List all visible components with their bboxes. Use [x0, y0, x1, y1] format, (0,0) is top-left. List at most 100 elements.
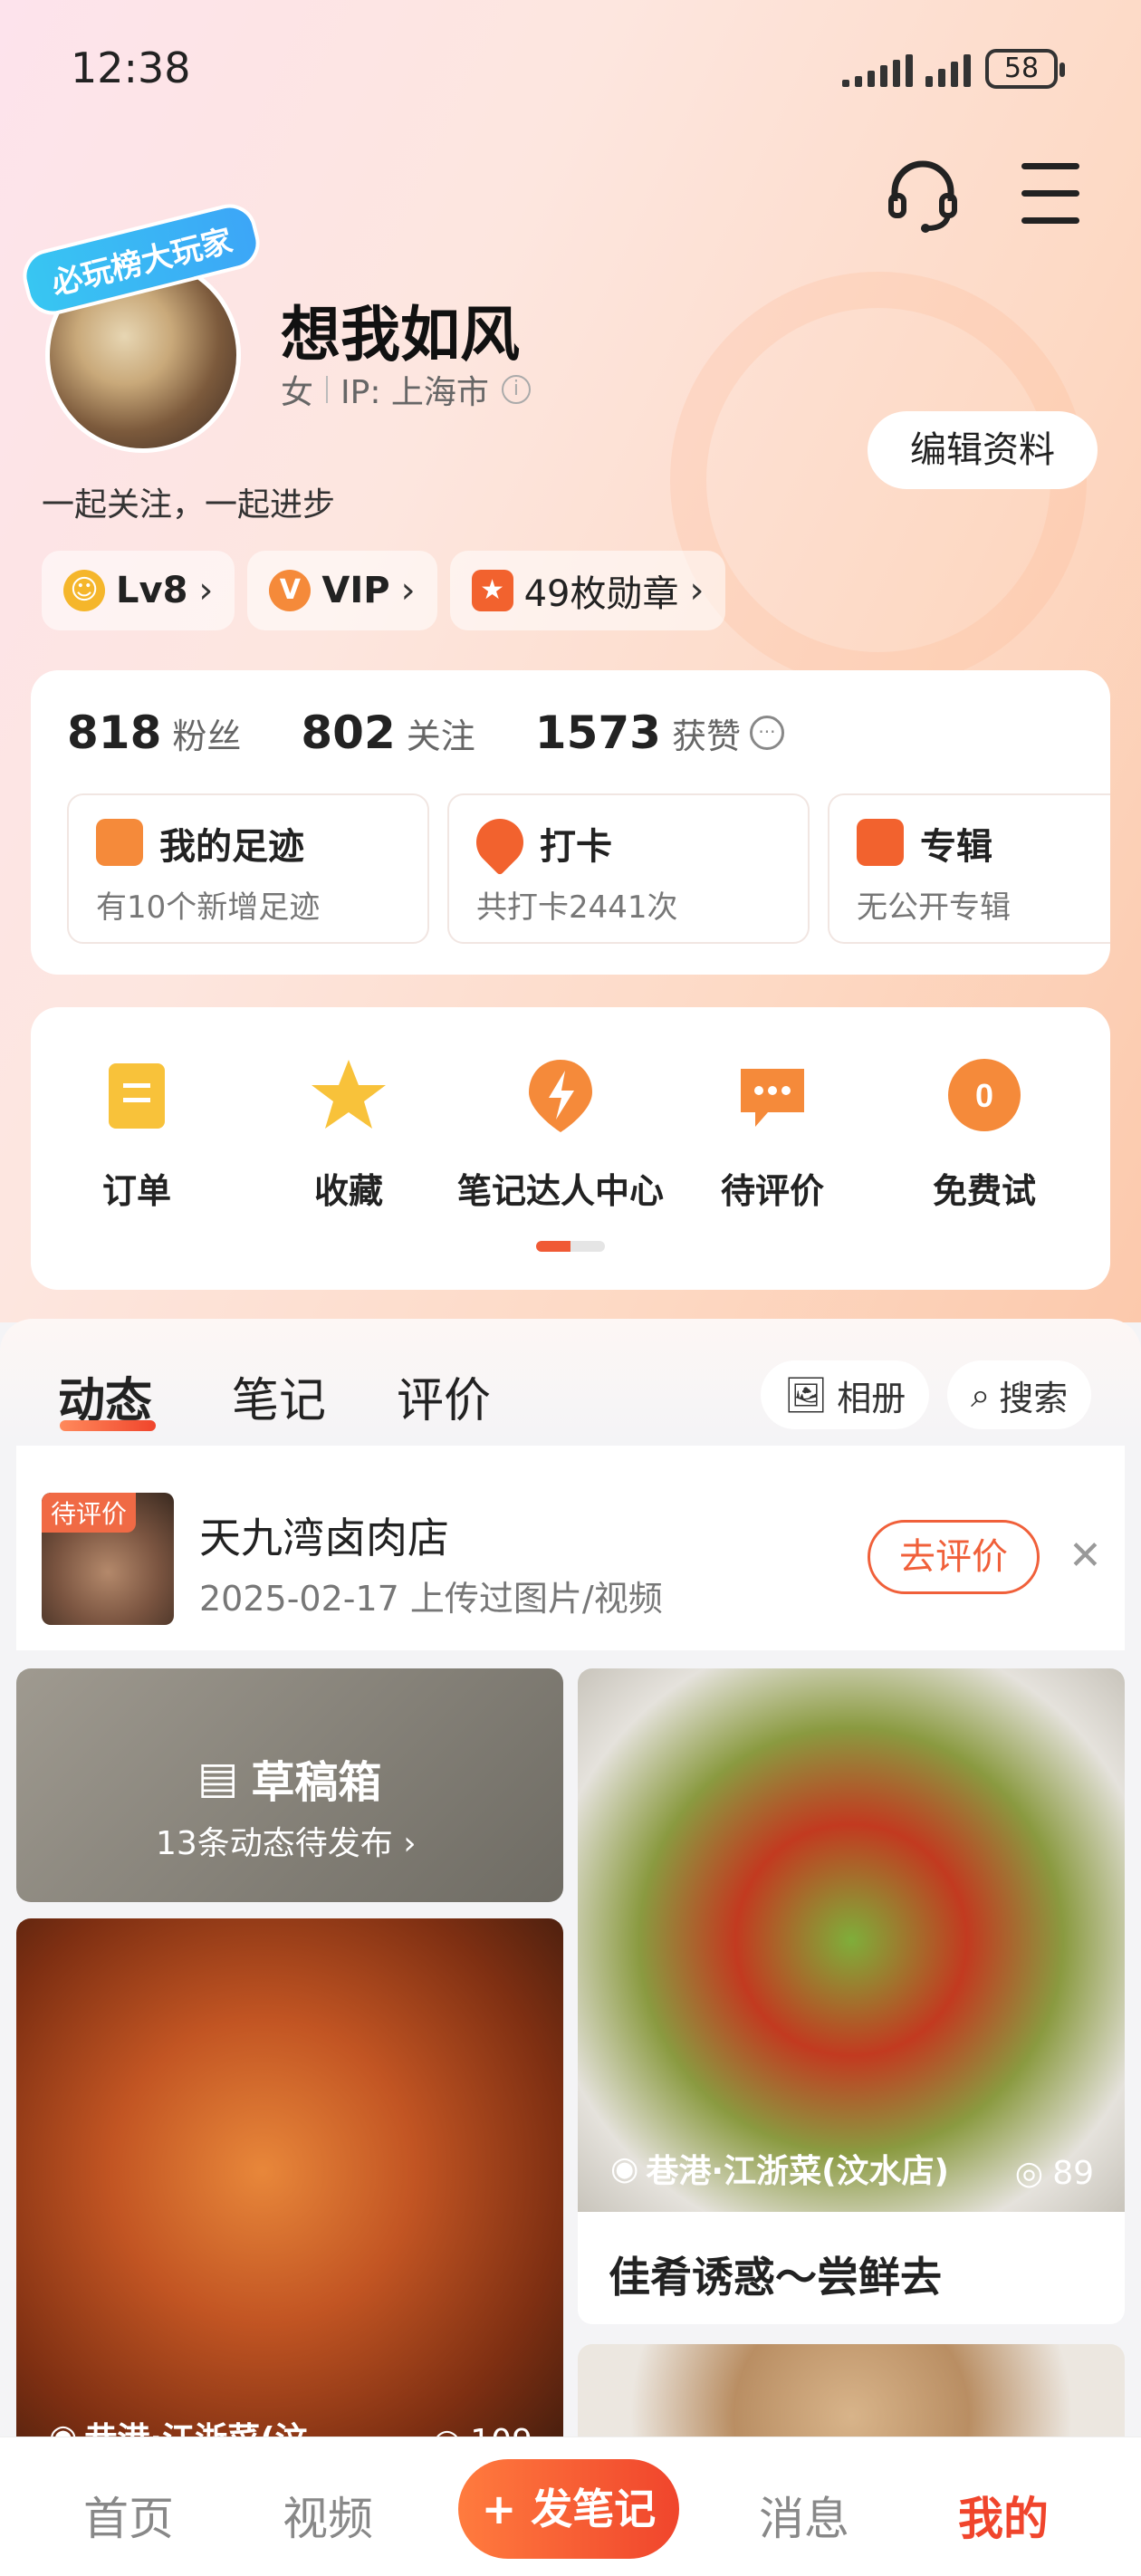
page-dot — [570, 1241, 605, 1252]
level-label: Lv8 — [116, 570, 188, 611]
folder-icon — [857, 819, 904, 866]
checkin-icon — [466, 809, 533, 876]
tab-reviews[interactable]: 评价 — [397, 1362, 491, 1430]
checkin-card[interactable]: 打卡 共打卡2441次 — [447, 793, 810, 944]
lightning-icon — [529, 1060, 592, 1132]
draft-box-tile[interactable]: ▤ 草稿箱 13条动态待发布 › — [16, 1668, 563, 1902]
stat-number: 818 — [67, 706, 162, 759]
divider — [326, 376, 329, 403]
free-trial-icon: 0 — [948, 1059, 1021, 1131]
status-bar: 12:38 58 — [0, 0, 1141, 136]
active-tab-indicator — [60, 1420, 156, 1431]
search-label: 搜索 — [999, 1378, 1069, 1418]
medal-chip[interactable]: ★ 49枚勋章 › — [449, 551, 726, 630]
menu-pending-review[interactable]: 待评价 — [666, 1054, 878, 1213]
pending-title: 天九湾卤肉店 — [199, 1514, 449, 1562]
post-views: ◎ 89 — [1015, 2155, 1094, 2192]
menu-label: 收藏 — [313, 1171, 383, 1211]
draft-icon: ▤ — [197, 1753, 239, 1803]
go-review-button[interactable]: 去评价 — [868, 1520, 1040, 1594]
album-label: 相册 — [837, 1378, 906, 1418]
nav-home[interactable]: 首页 — [83, 2483, 174, 2548]
menu-order[interactable]: 订单 — [31, 1054, 243, 1213]
vip-chip[interactable]: V VIP › — [247, 551, 437, 630]
post-caption[interactable]: 佳肴诱惑～尝鲜去 — [578, 2212, 1125, 2324]
level-chip[interactable]: ☺ Lv8 › — [42, 551, 235, 630]
edit-profile-button[interactable]: 编辑资料 — [868, 411, 1098, 489]
medal-icon: ★ — [471, 570, 513, 611]
post-location: ◉ 巷港·江浙菜(汶水店) — [610, 2145, 949, 2192]
pending-tag: 待评价 — [42, 1493, 137, 1533]
medal-label: 49枚勋章 — [523, 573, 679, 615]
search-button[interactable]: ⌕ 搜索 — [947, 1360, 1092, 1429]
shortcut-menu: 订单 收藏 笔记达人中心 待评价 0 免费试 — [31, 1007, 1110, 1290]
star-icon — [312, 1060, 386, 1129]
profile-chips: ☺ Lv8 › V VIP › ★ 49枚勋章 › — [42, 551, 726, 630]
more-dots-icon[interactable]: ··· — [749, 716, 784, 750]
feature-subtitle: 无公开专辑 — [857, 889, 1011, 926]
pending-subtitle: 2025-02-17 上传过图片/视频 — [199, 1579, 663, 1619]
footprint-card[interactable]: 我的足迹 有10个新增足迹 — [67, 793, 429, 944]
feature-title: 打卡 — [540, 826, 612, 868]
vip-label: VIP — [321, 570, 390, 611]
stat-followers[interactable]: 818 粉丝 — [67, 706, 241, 759]
feature-subtitle: 共打卡2441次 — [476, 889, 678, 926]
pending-review-card[interactable]: 待评价 天九湾卤肉店 2025-02-17 上传过图片/视频 去评价 ✕ — [16, 1446, 1125, 1650]
views-count: 89 — [1052, 2155, 1094, 2192]
username: 想我如风 — [281, 300, 520, 370]
album-button[interactable]: 🖼 相册 — [761, 1360, 930, 1429]
menu-creator-center[interactable]: 笔记达人中心 — [455, 1054, 666, 1213]
bottom-navigation: 首页 视频 + 发笔记 消息 我的 — [0, 2437, 1141, 2576]
customer-service-icon[interactable] — [882, 154, 964, 235]
page-dot-active — [536, 1241, 570, 1252]
album-card[interactable]: 专辑 无公开专辑 — [828, 793, 1110, 944]
nav-mine[interactable]: 我的 — [958, 2483, 1049, 2548]
pending-thumbnail: 待评价 — [42, 1493, 174, 1625]
stat-label: 关注 — [406, 716, 475, 756]
level-icon: ☺ — [63, 570, 105, 611]
draft-subtitle-text: 13条动态待发布 — [156, 1825, 393, 1862]
post-note-button[interactable]: + 发笔记 — [458, 2459, 679, 2559]
menu-label: 笔记达人中心 — [456, 1171, 664, 1211]
info-icon[interactable]: i — [501, 375, 531, 404]
stat-number: 802 — [301, 706, 396, 759]
status-time: 12:38 — [71, 43, 191, 92]
location-text: 巷港·江浙菜(汶水店) — [646, 2153, 950, 2190]
draft-title-text: 草稿箱 — [251, 1757, 382, 1808]
signal-icon — [842, 51, 913, 87]
eye-icon: ◎ — [1014, 2155, 1044, 2192]
menu-free-trial[interactable]: 0 免费试 — [878, 1054, 1090, 1213]
chevron-right-icon: › — [689, 570, 705, 611]
stat-label: 粉丝 — [172, 716, 242, 756]
search-icon: ⌕ — [971, 1374, 991, 1415]
menu-label: 订单 — [101, 1171, 171, 1211]
post-tile[interactable]: ◉ 巷港·江浙菜(汶水店) ◎ 89 — [578, 1668, 1125, 2212]
tab-notes[interactable]: 笔记 — [232, 1362, 326, 1430]
nav-video[interactable]: 视频 — [283, 2483, 373, 2548]
ip-location: IP: 上海市 — [340, 374, 489, 411]
image-icon: 🖼 — [784, 1374, 829, 1415]
gender: 女 — [281, 374, 314, 411]
close-icon[interactable]: ✕ — [1069, 1533, 1102, 1579]
chevron-right-icon: › — [400, 570, 416, 611]
page-indicator — [536, 1241, 605, 1252]
feature-subtitle: 有10个新增足迹 — [96, 889, 321, 926]
menu-icon[interactable] — [1012, 154, 1094, 235]
content-tabs: 动态 笔记 评价 🖼 相册 ⌕ 搜索 — [0, 1319, 1141, 1446]
post-caption-text: 佳肴诱惑～尝鲜去 — [609, 2253, 942, 2302]
nav-messages[interactable]: 消息 — [759, 2483, 849, 2548]
avatar[interactable]: 必玩榜大玩家 — [17, 198, 265, 458]
menu-label: 待评价 — [720, 1171, 824, 1211]
stats-card: 818 粉丝 802 关注 1573 获赞 ··· 我的足迹 有10个新增足迹 … — [31, 670, 1110, 975]
menu-label: 免费试 — [932, 1171, 1036, 1211]
stat-following[interactable]: 802 关注 — [301, 706, 475, 759]
user-meta: 女 IP: 上海市 i — [281, 366, 531, 413]
post-tile[interactable]: ◉ 巷港·江浙菜(汶... ◎ 109 — [16, 1918, 563, 2480]
draft-title: ▤ 草稿箱 — [197, 1746, 381, 1810]
svg-text:0: 0 — [975, 1077, 993, 1114]
feature-title: 专辑 — [920, 826, 992, 868]
feature-title: 我的足迹 — [159, 826, 304, 868]
menu-favorites[interactable]: 收藏 — [243, 1054, 455, 1213]
chevron-right-icon: › — [198, 570, 214, 611]
stat-likes[interactable]: 1573 获赞 ··· — [535, 706, 784, 759]
